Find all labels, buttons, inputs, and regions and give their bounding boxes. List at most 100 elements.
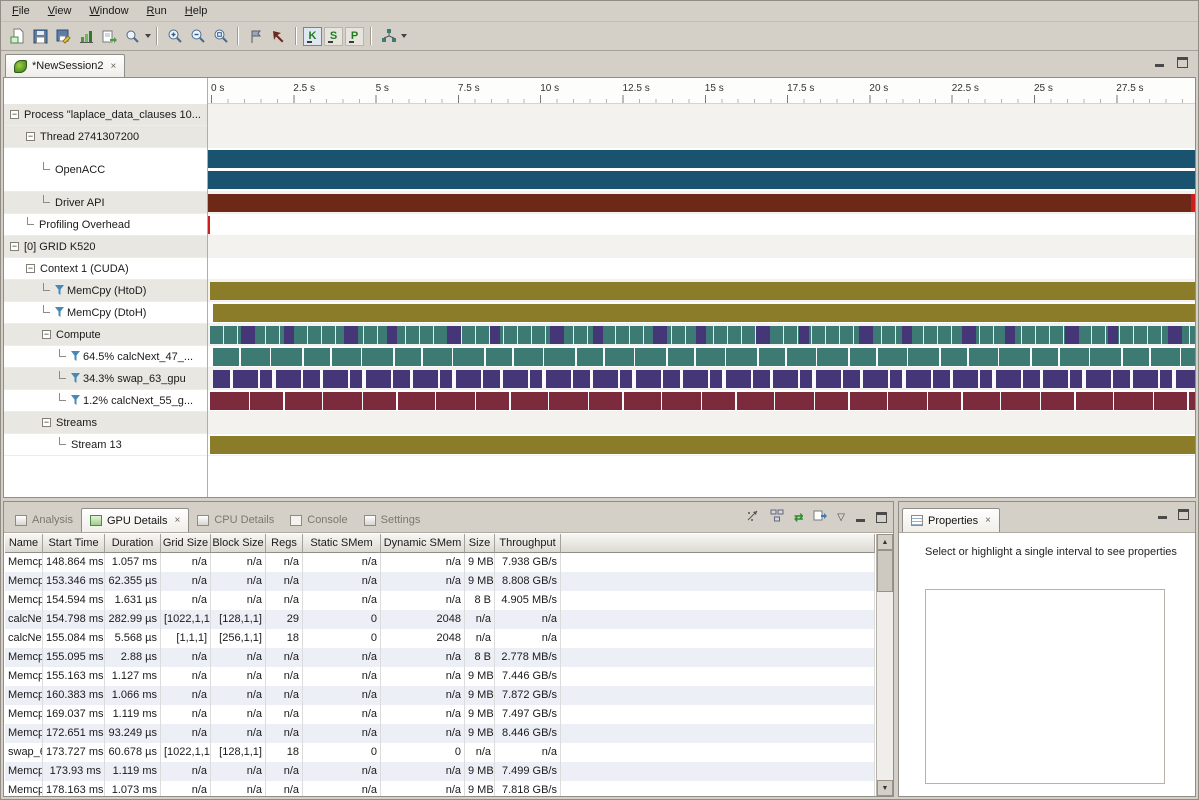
swap-63-interval-bar[interactable] (213, 370, 1195, 388)
timeline-label-memcpy-htod[interactable]: MemCpy (HtoD) (4, 280, 207, 302)
calcnext-55-interval-bar[interactable] (210, 392, 1195, 410)
memcpy-htod-interval-bar[interactable] (210, 282, 1195, 300)
export-button[interactable] (98, 25, 121, 48)
previous-marker-button[interactable] (267, 25, 290, 48)
minimize-button[interactable] (1154, 57, 1165, 68)
tab-analysis[interactable]: Analysis (7, 508, 81, 532)
timeline-label-calcnext-47[interactable]: 64.5% calcNext_47_... (4, 346, 207, 368)
column-header-size[interactable]: Size (465, 534, 495, 553)
tree-splitter[interactable] (207, 78, 208, 497)
filter-funnel-icon[interactable] (55, 285, 64, 296)
table-row[interactable]: Memcpy172.651 ms93.249 µsn/an/an/an/an/a… (5, 724, 875, 743)
column-header-throughput[interactable]: Throughput (495, 534, 561, 553)
column-header-static-smem[interactable]: Static SMem (303, 534, 381, 553)
tab-cpu-details[interactable]: CPU Details (189, 508, 282, 532)
zoom-in-button[interactable] (163, 25, 186, 48)
tab-settings[interactable]: Settings (356, 508, 429, 532)
timeline-label-thread[interactable]: −Thread 2741307200 (4, 126, 207, 148)
scroll-down-button[interactable]: ▼ (877, 780, 893, 796)
group-columns-icon[interactable] (770, 509, 784, 525)
search-dropdown-caret[interactable] (145, 34, 151, 38)
marker-flag-button[interactable] (244, 25, 267, 48)
maximize-button[interactable] (1177, 57, 1188, 68)
table-row[interactable]: swap_63_gpu173.727 ms60.678 µs[1022,1,1]… (5, 743, 875, 762)
column-header-block-size[interactable]: Block Size (211, 534, 266, 553)
menu-run[interactable]: Run (138, 3, 176, 19)
timeline-track-calcnext-47[interactable] (207, 346, 1195, 368)
session-tab[interactable]: *NewSession2 × (5, 54, 125, 77)
select-interval-icon[interactable] (746, 509, 760, 525)
timeline-label-openacc[interactable]: OpenACC (4, 148, 207, 192)
bar-chart-button[interactable] (75, 25, 98, 48)
close-icon[interactable]: × (983, 515, 991, 526)
kernel-timeline-toggle[interactable]: K (303, 27, 322, 46)
timeline-label-process[interactable]: −Process "laplace_data_clauses 10... (4, 104, 207, 126)
openacc-interval-bar[interactable] (207, 171, 1195, 189)
filter-funnel-icon[interactable] (71, 373, 80, 384)
minimize-button[interactable] (1157, 509, 1168, 520)
collapse-icon[interactable]: − (26, 132, 35, 141)
maximize-button[interactable] (1178, 509, 1189, 520)
table-row[interactable]: Memcpy148.864 ms1.057 msn/an/an/an/an/a9… (5, 553, 875, 572)
timeline-label-driver-api[interactable]: Driver API (4, 192, 207, 214)
timeline-track-memcpy-htod[interactable] (207, 280, 1195, 302)
collapse-icon[interactable]: − (42, 330, 51, 339)
new-session-button[interactable] (6, 25, 29, 48)
timeline-label-memcpy-dtoh[interactable]: MemCpy (DtoH) (4, 302, 207, 324)
column-header-grid-size[interactable]: Grid Size (161, 534, 211, 553)
timeline-track-streams[interactable] (207, 412, 1195, 434)
table-row[interactable]: calcNext_55155.084 ms5.568 µs[1,1,1][256… (5, 629, 875, 648)
table-row[interactable]: Memcpy155.095 ms2.88 µsn/an/an/an/an/a8 … (5, 648, 875, 667)
column-header-duration[interactable]: Duration (105, 534, 161, 553)
collapse-icon[interactable]: − (10, 242, 19, 251)
timeline-track-calcnext-55[interactable] (207, 390, 1195, 412)
tab-properties[interactable]: Properties × (902, 508, 1000, 532)
zoom-out-button[interactable] (186, 25, 209, 48)
menu-help[interactable]: Help (176, 3, 217, 19)
search-button[interactable] (121, 25, 144, 48)
compute-interval-bar[interactable] (210, 326, 1195, 344)
column-header-regs[interactable]: Regs (266, 534, 303, 553)
filter-funnel-icon[interactable] (55, 307, 64, 318)
scrollbar-thumb[interactable] (877, 550, 893, 592)
export-table-icon[interactable] (813, 509, 827, 525)
timeline-track-profiling-overhead[interactable] (207, 214, 1195, 236)
timeline-label-compute[interactable]: −Compute (4, 324, 207, 346)
timeline-label-streams[interactable]: −Streams (4, 412, 207, 434)
timeline-track-stream-13[interactable] (207, 434, 1195, 456)
filter-funnel-icon[interactable] (71, 395, 80, 406)
timeline-label-grid-k520[interactable]: −[0] GRID K520 (4, 236, 207, 258)
table-row[interactable]: Memcpy154.594 ms1.631 µsn/an/an/an/an/a8… (5, 591, 875, 610)
close-icon[interactable]: × (109, 61, 117, 72)
scroll-up-button[interactable]: ▲ (877, 534, 893, 550)
timeline-track-compute[interactable] (207, 324, 1195, 346)
timeline-track-context1[interactable] (207, 258, 1195, 280)
analysis-dropdown-caret[interactable] (401, 34, 407, 38)
refresh-icon[interactable]: ⇄ (794, 511, 803, 524)
menu-file[interactable]: File (3, 3, 39, 19)
process-timeline-toggle[interactable]: P (345, 27, 364, 46)
maximize-button[interactable] (876, 512, 887, 523)
tab-gpu-details[interactable]: GPU Details× (81, 508, 189, 532)
table-row[interactable]: Memcpy173.93 ms1.119 msn/an/an/an/an/a9 … (5, 762, 875, 781)
tab-console[interactable]: Console (282, 508, 355, 532)
menu-window[interactable]: Window (80, 3, 137, 19)
timeline-track-thread[interactable] (207, 126, 1195, 148)
column-header-dynamic-smem[interactable]: Dynamic SMem (381, 534, 465, 553)
table-row[interactable]: Memcpy155.163 ms1.127 msn/an/an/an/an/a9… (5, 667, 875, 686)
menu-view[interactable]: View (39, 3, 81, 19)
timeline-ruler[interactable]: 0 s2.5 s5 s7.5 s10 s12.5 s15 s17.5 s20 s… (207, 78, 1195, 104)
column-header-name[interactable]: Name (5, 534, 43, 553)
collapse-icon[interactable]: − (26, 264, 35, 273)
filter-funnel-icon[interactable] (71, 351, 80, 362)
minimize-button[interactable] (855, 512, 866, 523)
table-row[interactable]: Memcpy169.037 ms1.119 msn/an/an/an/an/a9… (5, 705, 875, 724)
timeline-label-stream-13[interactable]: Stream 13 (4, 434, 207, 456)
save-as-button[interactable] (52, 25, 75, 48)
timeline-label-context1[interactable]: −Context 1 (CUDA) (4, 258, 207, 280)
collapse-icon[interactable]: − (42, 418, 51, 427)
table-row[interactable]: calcNext_47154.798 ms282.99 µs[1022,1,1]… (5, 610, 875, 629)
timeline-track-memcpy-dtoh[interactable] (207, 302, 1195, 324)
collapse-icon[interactable]: − (10, 110, 19, 119)
timeline-track-swap-63[interactable] (207, 368, 1195, 390)
